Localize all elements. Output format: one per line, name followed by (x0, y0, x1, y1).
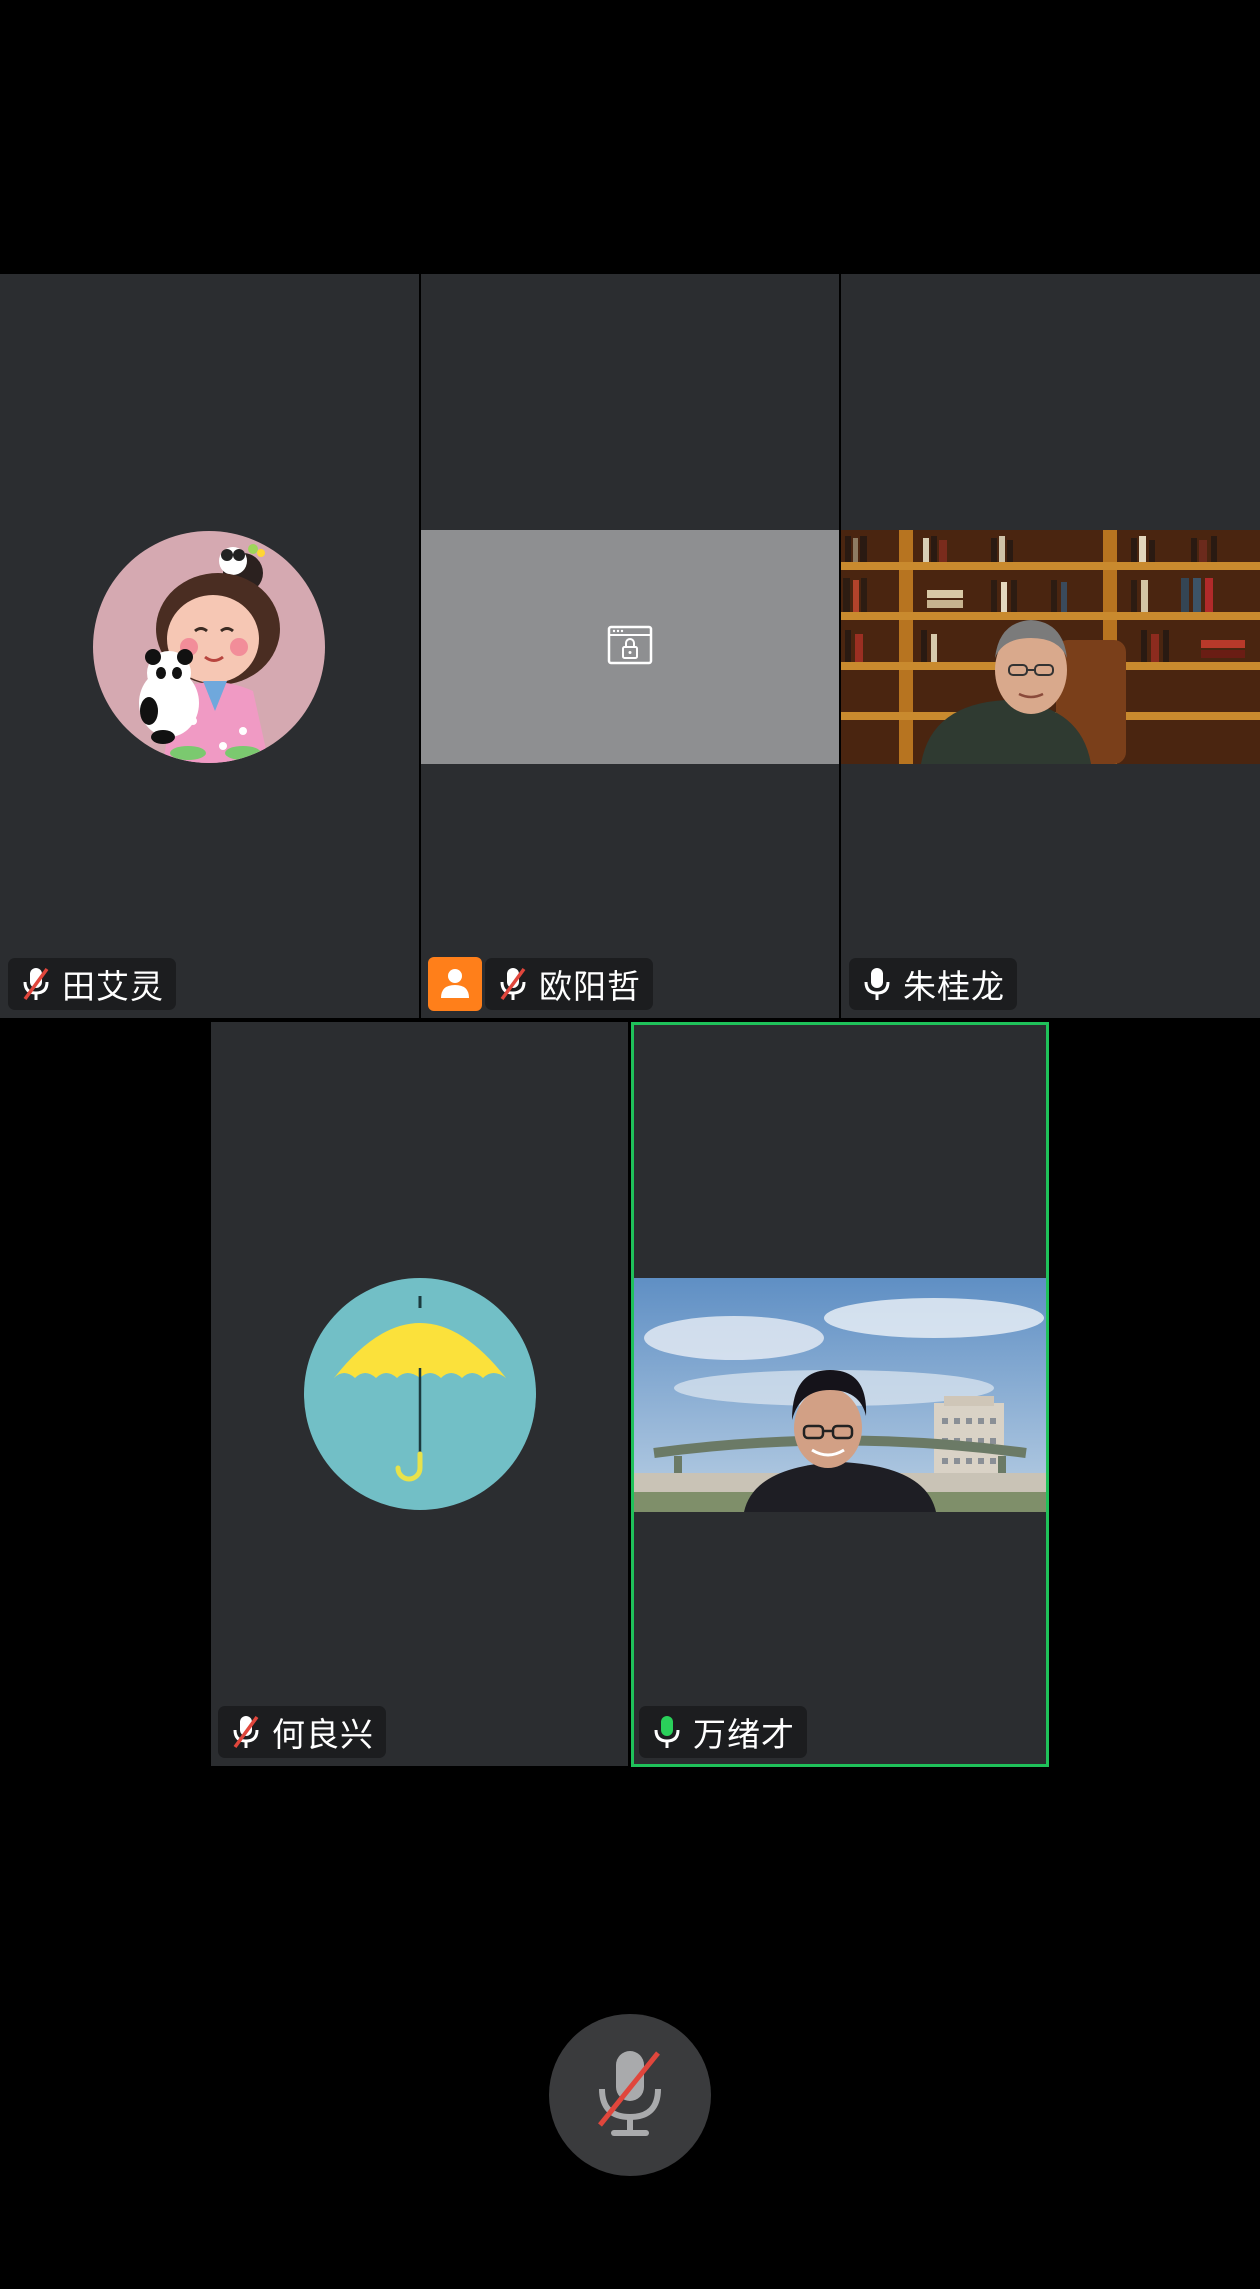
participant-name-label: 何良兴 (218, 1706, 386, 1758)
mic-muted-icon (228, 1712, 264, 1752)
participant-name: 田艾灵 (62, 967, 164, 1006)
participant-name: 何良兴 (272, 1715, 374, 1754)
mic-muted-icon (495, 964, 531, 1004)
participant-name: 万绪才 (693, 1715, 795, 1754)
participant-tile-5-active-speaker[interactable]: 万绪才 (631, 1022, 1049, 1767)
person-icon (438, 965, 472, 1003)
participant-avatar (304, 1278, 536, 1510)
participant-avatar (93, 531, 325, 763)
participant-name-label: 朱桂龙 (849, 958, 1017, 1010)
participant-tile-1[interactable]: 田艾灵 (0, 274, 419, 1018)
screen-locked-area (421, 530, 839, 764)
participant-tile-2[interactable]: 欧阳哲 (421, 274, 839, 1018)
mic-muted-icon (18, 964, 54, 1004)
participant-tile-4[interactable]: 何良兴 (211, 1022, 628, 1766)
participant-tile-3[interactable]: 朱桂龙 (841, 274, 1260, 1018)
participant-video-feed (634, 1278, 1046, 1512)
mic-on-icon (859, 964, 895, 1004)
mic-toggle-button[interactable] (549, 2014, 711, 2176)
participant-name-label: 欧阳哲 (485, 958, 653, 1010)
window-lock-icon (607, 625, 653, 669)
host-badge (428, 957, 482, 1011)
mic-muted-icon (590, 2045, 670, 2145)
participant-video-feed (841, 530, 1260, 764)
participant-name: 欧阳哲 (539, 967, 641, 1006)
participant-name-label: 万绪才 (639, 1706, 807, 1758)
mic-speaking-icon (649, 1712, 685, 1752)
participant-name-label: 田艾灵 (8, 958, 176, 1010)
participant-name: 朱桂龙 (903, 967, 1005, 1006)
